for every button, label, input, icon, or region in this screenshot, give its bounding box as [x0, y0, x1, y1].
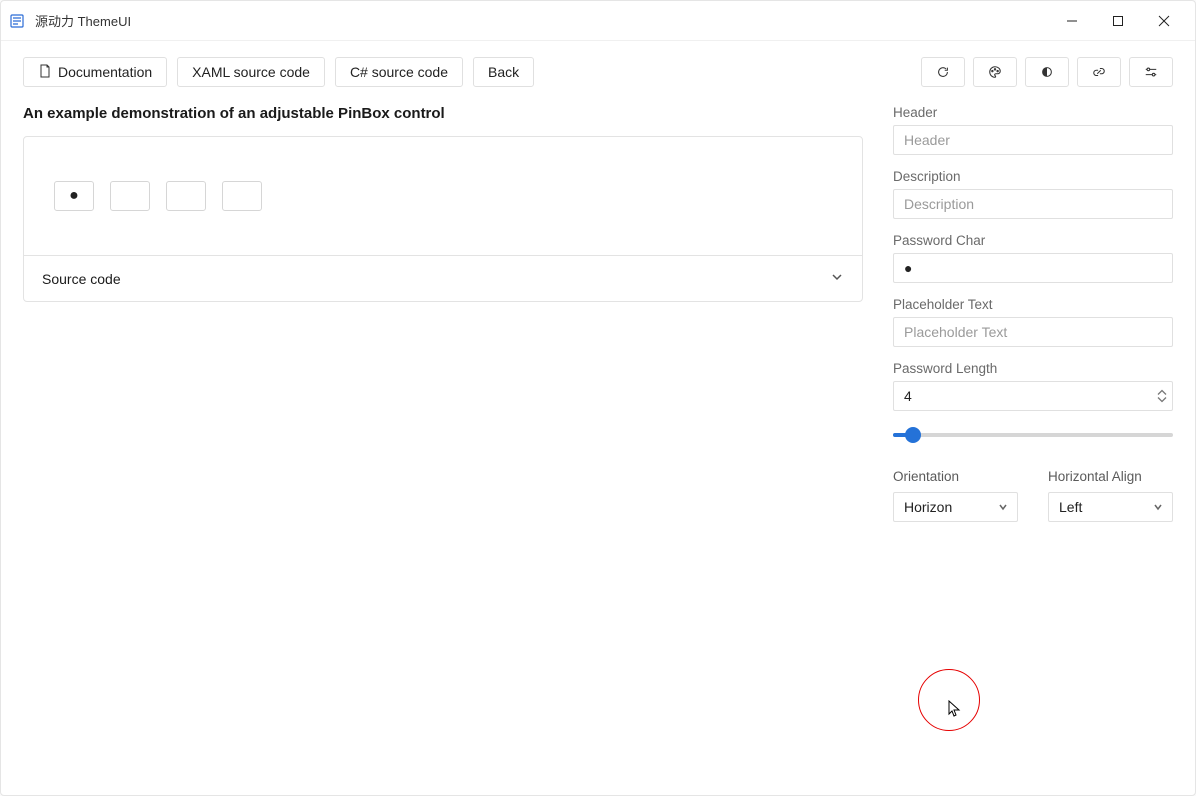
horizontal-align-select[interactable]: [1048, 492, 1173, 522]
source-code-expander[interactable]: Source code: [24, 255, 862, 301]
example-heading: An example demonstration of an adjustabl…: [23, 105, 863, 122]
documentation-label: Documentation: [58, 64, 152, 80]
document-icon: [38, 64, 52, 81]
link-button[interactable]: [1077, 57, 1121, 87]
pin-digit-1[interactable]: ●: [54, 181, 94, 211]
right-tools: [921, 57, 1173, 87]
xaml-source-button[interactable]: XAML source code: [177, 57, 325, 87]
window-title: 源动力 ThemeUI: [35, 11, 131, 30]
palette-button[interactable]: [973, 57, 1017, 87]
csharp-source-button[interactable]: C# source code: [335, 57, 463, 87]
password-char-label: Password Char: [893, 233, 1173, 248]
content-area: Documentation XAML source code C# source…: [1, 41, 1195, 795]
csharp-source-label: C# source code: [350, 64, 448, 80]
orientation-label: Orientation: [893, 469, 1018, 484]
example-card: ● Source code: [23, 136, 863, 302]
password-char-input[interactable]: [893, 253, 1173, 283]
pinbox-control[interactable]: ●: [54, 181, 832, 211]
source-code-label: Source code: [42, 271, 121, 287]
pin-digit-3[interactable]: [166, 181, 206, 211]
number-spinner[interactable]: [1157, 390, 1167, 403]
placeholder-text-input[interactable]: [893, 317, 1173, 347]
main-column: An example demonstration of an adjustabl…: [23, 105, 863, 783]
back-button[interactable]: Back: [473, 57, 534, 87]
password-length-label: Password Length: [893, 361, 1173, 376]
placeholder-text-label: Placeholder Text: [893, 297, 1173, 312]
slider-track: [893, 433, 1173, 437]
documentation-button[interactable]: Documentation: [23, 57, 167, 87]
settings-button[interactable]: [1129, 57, 1173, 87]
refresh-button[interactable]: [921, 57, 965, 87]
close-button[interactable]: [1141, 5, 1187, 37]
minimize-button[interactable]: [1049, 5, 1095, 37]
chevron-down-icon: [830, 270, 844, 287]
back-label: Back: [488, 64, 519, 80]
password-length-slider[interactable]: [893, 425, 1173, 445]
theme-toggle-button[interactable]: [1025, 57, 1069, 87]
slider-thumb[interactable]: [905, 427, 921, 443]
toolbar: Documentation XAML source code C# source…: [23, 57, 1173, 87]
xaml-source-label: XAML source code: [192, 64, 310, 80]
maximize-button[interactable]: [1095, 5, 1141, 37]
header-label: Header: [893, 105, 1173, 120]
pin-digit-2[interactable]: [110, 181, 150, 211]
titlebar: 源动力 ThemeUI: [1, 1, 1195, 41]
window: 源动力 ThemeUI Documentation XAML source co…: [0, 0, 1196, 796]
password-length-input[interactable]: [893, 381, 1173, 411]
horizontal-align-label: Horizontal Align: [1048, 469, 1173, 484]
orientation-select[interactable]: [893, 492, 1018, 522]
pinbox-demo-area: ●: [24, 137, 862, 255]
properties-panel: Header Description Password Char Placeho…: [893, 105, 1173, 783]
body-row: An example demonstration of an adjustabl…: [23, 105, 1173, 783]
app-icon: [9, 13, 25, 29]
description-label: Description: [893, 169, 1173, 184]
description-input[interactable]: [893, 189, 1173, 219]
pin-digit-4[interactable]: [222, 181, 262, 211]
header-input[interactable]: [893, 125, 1173, 155]
